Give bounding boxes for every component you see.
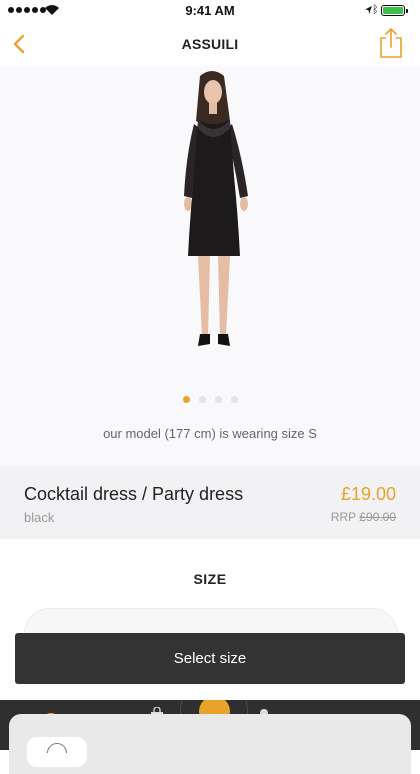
nav-bar: ASSUILI (0, 22, 420, 66)
product-price: £19.00 (340, 484, 396, 504)
share-button[interactable] (374, 26, 408, 60)
product-color: black (24, 510, 55, 525)
brand-title: ASSUILI (181, 36, 239, 52)
carousel-dot[interactable] (198, 396, 206, 403)
rrp-label: RRP (330, 510, 356, 524)
product-name: Cocktail dress / Party dress (24, 484, 244, 504)
status-bar: 9:41 AM ᛒ (0, 0, 420, 22)
select-size-button[interactable]: Select size (15, 633, 405, 684)
carousel-dot[interactable] (230, 396, 238, 403)
battery-cap (406, 9, 408, 13)
bluetooth-icon: ᛒ (372, 4, 379, 16)
product-photo (184, 71, 248, 346)
rrp-value: £90.00 (359, 510, 396, 524)
carousel-dot[interactable] (214, 396, 222, 403)
model-size-caption: our model (177 cm) is wearing size S (103, 426, 317, 441)
product-info: Cocktail dress / Party dress black £19.0… (0, 466, 420, 539)
product-image-carousel[interactable]: our model (177 cm) is wearing size S (0, 66, 420, 466)
product-rrp: RRP £90.00 (331, 510, 396, 524)
size-heading: SIZE (193, 571, 227, 587)
status-time: 9:41 AM (185, 3, 235, 18)
share-icon (380, 28, 402, 58)
battery-icon (381, 5, 405, 16)
carousel-page-indicator[interactable] (0, 396, 420, 403)
carousel-dot[interactable] (182, 396, 190, 403)
